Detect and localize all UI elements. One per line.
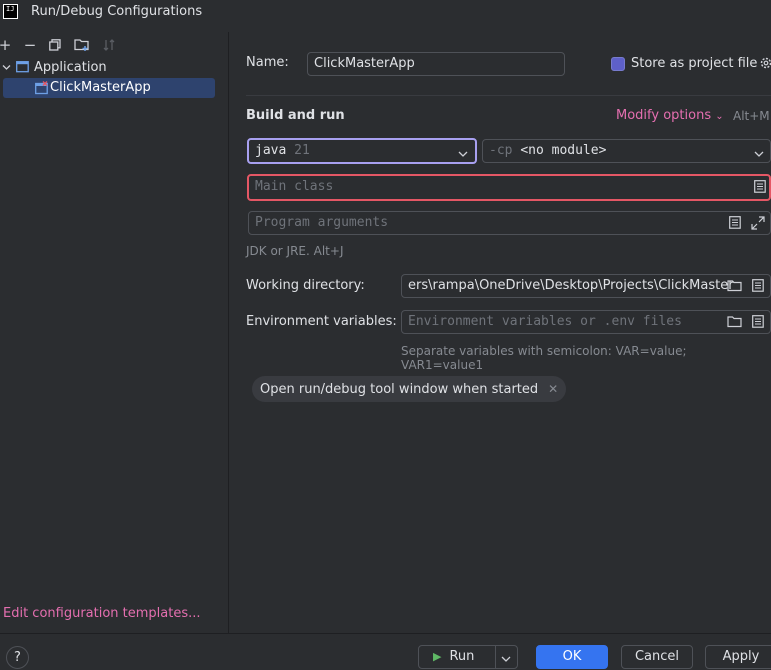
option-chip-label: Open run/debug tool window when started: [260, 381, 539, 397]
environment-variables-hint: Separate variables with semicolon: VAR=v…: [401, 344, 687, 372]
help-button[interactable]: ?: [6, 646, 29, 669]
name-input[interactable]: ClickMasterApp: [307, 52, 565, 76]
add-icon[interactable]: +: [0, 37, 13, 53]
edit-templates-link[interactable]: Edit configuration templates...: [3, 606, 201, 621]
store-as-project-label[interactable]: Store as project file: [631, 56, 757, 71]
copy-icon[interactable]: [49, 39, 61, 51]
chevron-down-icon[interactable]: [501, 652, 511, 662]
new-folder-icon[interactable]: [74, 38, 90, 52]
expand-icon[interactable]: [750, 215, 766, 231]
program-arguments-input[interactable]: Program arguments: [248, 211, 771, 235]
folder-icon[interactable]: [727, 279, 742, 292]
apply-button[interactable]: Apply: [705, 645, 771, 669]
browse-icon[interactable]: [754, 180, 766, 193]
play-icon: ▶: [433, 650, 442, 663]
document-icon[interactable]: [752, 315, 764, 328]
environment-variables-input[interactable]: Environment variables or .env files: [401, 310, 771, 334]
close-icon[interactable]: ✕: [548, 382, 558, 396]
tree-group-application[interactable]: Application: [34, 60, 107, 75]
window-title: Run/Debug Configurations: [31, 4, 203, 19]
chevron-down-icon: ⌄: [715, 111, 724, 122]
cancel-button[interactable]: Cancel: [621, 645, 693, 669]
option-chip: Open run/debug tool window when started …: [252, 376, 567, 402]
document-icon[interactable]: [752, 279, 764, 292]
sort-icon[interactable]: [102, 38, 116, 52]
jdk-select[interactable]: java 21: [247, 138, 477, 164]
gear-icon[interactable]: [759, 56, 771, 70]
working-directory-input[interactable]: ers\rampa\OneDrive\Desktop\Projects\Clic…: [401, 274, 771, 298]
store-as-project-checkbox[interactable]: [611, 57, 625, 71]
chevron-down-icon[interactable]: [458, 147, 468, 157]
application-config-icon: [35, 81, 49, 95]
chevron-down-icon[interactable]: [754, 147, 764, 157]
section-title: Build and run: [246, 108, 345, 123]
document-icon[interactable]: [729, 216, 741, 229]
modify-options-link[interactable]: Modify options ⌄: [616, 108, 724, 123]
module-select[interactable]: -cp <no module>: [482, 139, 771, 163]
jdk-hint: JDK or JRE. Alt+J: [246, 244, 344, 258]
remove-icon[interactable]: −: [22, 37, 38, 53]
modify-options-shortcut: Alt+M: [733, 109, 770, 123]
left-panel: [0, 32, 229, 633]
run-split-divider: [495, 645, 496, 669]
main-class-input[interactable]: Main class: [247, 174, 771, 201]
environment-variables-label: Environment variables:: [246, 314, 397, 329]
working-directory-label: Working directory:: [246, 278, 365, 293]
application-icon: [16, 61, 29, 73]
separator: [246, 95, 771, 96]
name-label: Name:: [246, 55, 289, 70]
ok-button[interactable]: OK: [536, 645, 608, 669]
chevron-down-icon[interactable]: [2, 61, 11, 70]
app-logo: IJ: [3, 4, 18, 19]
tree-item-clickmasterapp[interactable]: ClickMasterApp: [50, 80, 151, 95]
folder-icon[interactable]: [727, 315, 742, 328]
